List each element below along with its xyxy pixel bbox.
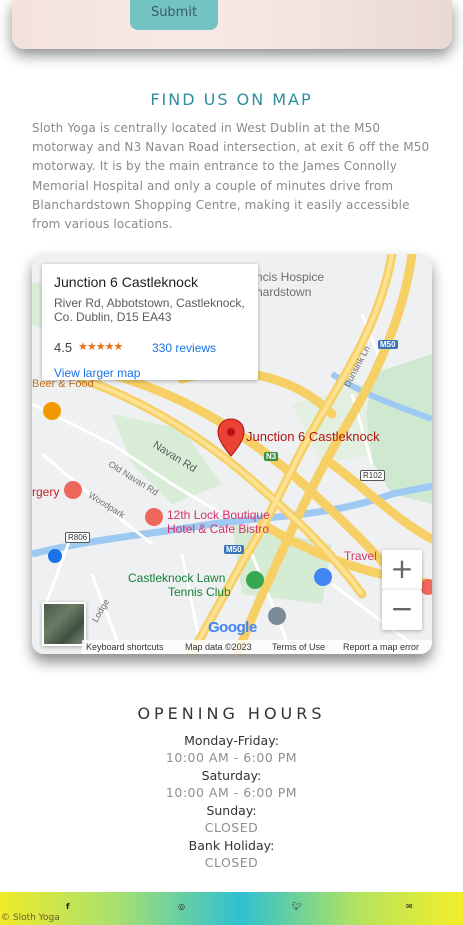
hours-time: 10:00 AM - 6:00 PM [165,750,298,765]
report-error-link[interactable]: Report a map error [343,642,419,652]
label-hospice: ncis Hospice [256,270,325,284]
site-footer: f ◎ 🐦︎ ✉ © Sloth Yoga [0,892,463,925]
label-lawn-tennis-1[interactable]: Castleknock Lawn [128,571,225,585]
label-travel[interactable]: Travel [344,549,377,563]
label-lock-hotel-1[interactable]: 12th Lock Boutique [167,508,270,522]
opening-hours-title: OPENING HOURS [137,704,326,723]
label-lawn-tennis-2[interactable]: Tennis Club [168,585,231,599]
label-surgery: rgery [32,485,60,499]
google-logo: Google [208,619,257,636]
shield-m50-b: M50 [224,545,244,554]
find-us-title: FIND US ON MAP [150,90,313,109]
copyright-text: © Sloth Yoga [1,913,60,923]
hours-entry: Monday-Friday: 10:00 AM - 6:00 PM [0,732,463,766]
location-description: Sloth Yoga is centrally located in West … [32,121,430,232]
hours-day: Sunday: [206,803,257,818]
zoom-in-button[interactable]: + [382,550,422,590]
pin-label[interactable]: Junction 6 Castleknock [246,429,380,444]
hours-time: CLOSED [204,855,259,870]
reviews-link[interactable]: 330 reviews [152,341,216,355]
instagram-icon[interactable]: ◎ [178,902,185,911]
shield-m50-a: M50 [378,340,398,349]
view-larger-map-link[interactable]: View larger map [54,366,140,380]
label-lock-hotel-2[interactable]: Hotel & Cafe Bistro [167,522,269,536]
shield-r102: R102 [360,470,386,481]
keyboard-shortcuts-link[interactable]: Keyboard shortcuts [86,642,164,652]
map-data-text: Map data ©2023 [185,642,252,652]
map-attribution-bar: Keyboard shortcuts Map data ©2023 Terms … [82,640,432,654]
facebook-icon[interactable]: f [66,902,69,911]
hours-entry: Sunday: CLOSED [0,802,463,836]
rating-stars-icon: ★★★★★ [78,340,123,353]
hours-time: CLOSED [204,820,259,835]
shield-r806: R806 [65,532,91,543]
hours-day: Saturday: [201,768,262,783]
contact-form-card: Submit [12,0,452,49]
place-address: River Rd, Abbotstown, Castleknock, Co. D… [54,296,245,324]
submit-button[interactable]: Submit [130,0,218,30]
email-icon[interactable]: ✉ [406,902,413,911]
hours-time: 10:00 AM - 6:00 PM [165,785,298,800]
twitter-icon[interactable]: 🐦︎ [292,902,302,911]
hours-day: Bank Holiday: [188,838,275,853]
google-map[interactable]: ncis Hospice nardstown Beer & Food Navan… [32,254,432,654]
hours-day: Monday-Friday: [184,733,279,748]
hours-entry: Bank Holiday: CLOSED [0,837,463,871]
shield-n3: N3 [264,452,279,461]
satellite-toggle[interactable] [42,602,86,646]
place-name: Junction 6 Castleknock [54,274,198,290]
zoom-out-button[interactable]: − [382,590,422,630]
hours-entry: Saturday: 10:00 AM - 6:00 PM [0,767,463,801]
place-info-card: Junction 6 Castleknock River Rd, Abbotst… [42,264,258,380]
place-rating: 4.5 [54,340,73,355]
label-blanchardstown: nardstown [256,285,312,299]
terms-link[interactable]: Terms of Use [272,642,325,652]
